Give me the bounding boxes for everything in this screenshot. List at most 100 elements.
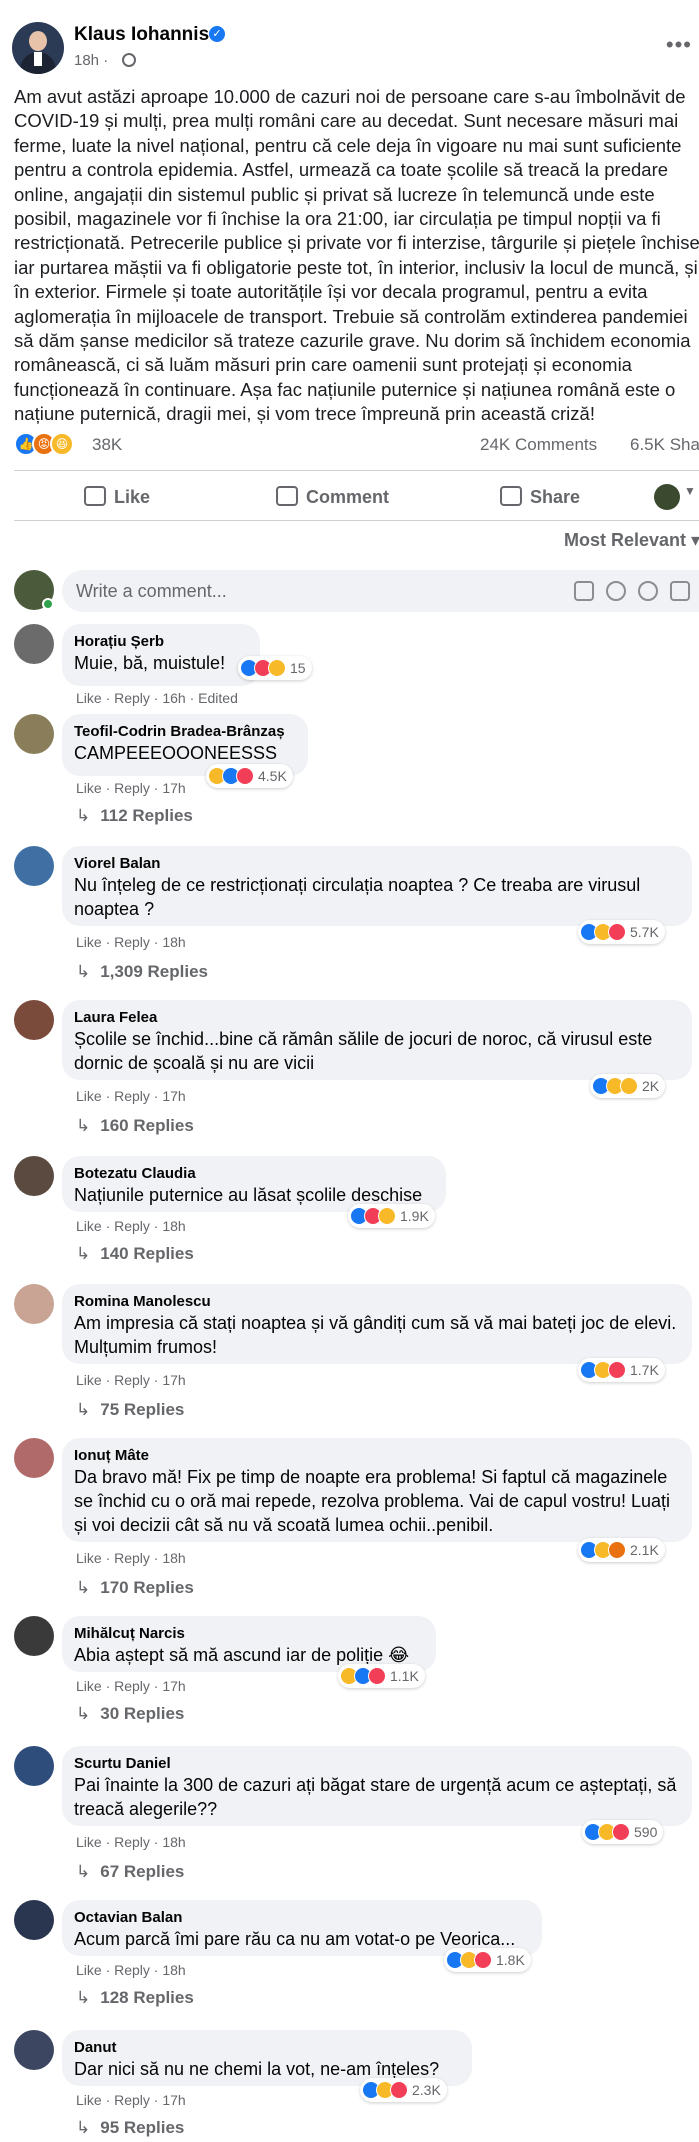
commenter-avatar[interactable] [14, 1438, 54, 1478]
comment-reactions[interactable]: 1.1K [338, 1664, 425, 1688]
replies-count: 112 Replies [100, 806, 193, 825]
commenter-avatar[interactable] [14, 1284, 54, 1324]
commenter-avatar[interactable] [14, 846, 54, 886]
gif-icon[interactable] [670, 581, 690, 601]
sort-comments-dropdown[interactable]: Most Relevant ▾ [564, 530, 699, 551]
reaction-count[interactable]: 38K [92, 435, 122, 455]
comment-text: Nu înțeleg de ce restricționați circulaț… [74, 875, 641, 919]
commenter-name[interactable]: Octavian Balan [74, 1908, 530, 1927]
reply-arrow-icon: ↳ [76, 1578, 91, 1597]
commenter-name[interactable]: Romina Manolescu [74, 1292, 680, 1311]
caret-down-icon[interactable]: ▼ [684, 484, 696, 498]
comment-meta[interactable]: Like · Reply · 17h [76, 1372, 186, 1388]
shares-count[interactable]: 6.5K Shares [630, 435, 699, 455]
divider [14, 470, 699, 471]
profile-switcher-avatar[interactable] [654, 484, 680, 510]
divider [14, 520, 699, 521]
comment-reactions[interactable]: 1.7K [578, 1358, 665, 1382]
share-button[interactable]: Share [500, 478, 580, 516]
view-replies-link[interactable]: ↳ 67 Replies [76, 1862, 184, 1882]
comment-text: Pai înainte la 300 de cazuri ați băgat s… [74, 1775, 677, 1819]
reply-arrow-icon: ↳ [76, 2118, 91, 2137]
love-reaction-icon [390, 2081, 408, 2099]
comment-meta[interactable]: Like · Reply · 17h [76, 1088, 186, 1104]
like-button[interactable]: Like [84, 478, 150, 516]
commenter-avatar[interactable] [14, 714, 54, 754]
author-avatar[interactable] [12, 22, 64, 74]
camera-icon[interactable] [638, 581, 658, 601]
share-arrow-icon [500, 486, 522, 506]
comment-meta[interactable]: Like · Reply · 18h [76, 934, 186, 950]
view-replies-link[interactable]: ↳ 160 Replies [76, 1116, 194, 1136]
share-label: Share [530, 487, 581, 507]
commenter-avatar[interactable] [14, 1900, 54, 1940]
commenter-name[interactable]: Ionuț Mâte [74, 1446, 680, 1465]
comment-reactions[interactable]: 5.7K [578, 920, 665, 944]
view-replies-link[interactable]: ↳ 30 Replies [76, 1704, 184, 1724]
post-time[interactable]: 18h · [74, 52, 108, 69]
author-name[interactable]: Klaus Iohannis [74, 24, 209, 46]
comment-meta[interactable]: Like · Reply · 18h [76, 1218, 186, 1234]
emoji-icon[interactable] [606, 581, 626, 601]
comment-bubble-icon [276, 486, 298, 506]
commenter-name[interactable]: Teofil-Codrin Bradea-Brânzaș [74, 722, 296, 741]
view-replies-link[interactable]: ↳ 95 Replies [76, 2118, 184, 2138]
replies-count: 128 Replies [100, 1988, 194, 2007]
commenter-avatar[interactable] [14, 1000, 54, 1040]
comment-meta[interactable]: Like · Reply · 17h [76, 780, 186, 796]
commenter-name[interactable]: Botezatu Claudia [74, 1164, 434, 1183]
comment-reactions[interactable]: 2.3K [360, 2078, 447, 2102]
comment-reactions[interactable]: 1.9K [348, 1204, 435, 1228]
comment-bubble: Romina Manolescu Am impresia că stați no… [62, 1284, 692, 1364]
comment-text: Am impresia că stați noaptea și vă gândi… [74, 1313, 677, 1357]
comment-text: Da bravo mă! Fix pe timp de noapte era p… [74, 1467, 670, 1535]
view-replies-link[interactable]: ↳ 75 Replies [76, 1400, 184, 1420]
love-reaction-icon [368, 1667, 386, 1685]
commenter-avatar[interactable] [14, 1616, 54, 1656]
commenter-avatar[interactable] [14, 2030, 54, 2070]
view-replies-link[interactable]: ↳ 112 Replies [76, 806, 193, 826]
comment-input[interactable] [62, 570, 699, 612]
commenter-name[interactable]: Laura Felea [74, 1008, 680, 1027]
post-header: Klaus Iohannis ✓ 18h · ••• [12, 22, 692, 74]
commenter-name[interactable]: Danut [74, 2038, 460, 2057]
comment-meta[interactable]: Like · Reply · 17h [76, 2092, 186, 2108]
commenter-avatar[interactable] [14, 1156, 54, 1196]
comment-reactions[interactable]: 590 [582, 1820, 664, 1844]
comment-bubble: Scurtu Daniel Pai înainte la 300 de cazu… [62, 1746, 692, 1826]
comment-reactions[interactable]: 15 [238, 656, 312, 680]
commenter-avatar[interactable] [14, 624, 54, 664]
comment-meta[interactable]: Like · Reply · 18h [76, 1550, 186, 1566]
comment-meta[interactable]: Like · Reply · 16h · Edited [76, 690, 238, 706]
reply-arrow-icon: ↳ [76, 1244, 91, 1263]
comment-reactions[interactable]: 4.5K [206, 764, 293, 788]
comment-meta[interactable]: Like · Reply · 17h [76, 1678, 186, 1694]
love-reaction-icon [612, 1823, 630, 1841]
comment-bubble: Viorel Balan Nu înțeleg de ce restricțio… [62, 846, 692, 926]
view-replies-link[interactable]: ↳ 1,309 Replies [76, 962, 208, 982]
reply-arrow-icon: ↳ [76, 1862, 91, 1881]
comment-reactions[interactable]: 2K [590, 1074, 666, 1098]
commenter-name[interactable]: Horațiu Șerb [74, 632, 248, 651]
comment-button[interactable]: Comment [276, 478, 389, 516]
reaction-count: 1.9K [400, 1208, 429, 1224]
commenter-avatar[interactable] [14, 1746, 54, 1786]
comment-reactions[interactable]: 2.1K [578, 1538, 665, 1562]
view-replies-link[interactable]: ↳ 128 Replies [76, 1988, 194, 2008]
comment-meta[interactable]: Like · Reply · 18h [76, 1962, 186, 1978]
post-text: Am avut astăzi aproape 10.000 de cazuri … [14, 86, 699, 425]
commenter-name[interactable]: Viorel Balan [74, 854, 680, 873]
verified-badge-icon: ✓ [209, 26, 225, 42]
reply-arrow-icon: ↳ [76, 806, 91, 825]
haha-reaction-icon [378, 1207, 396, 1225]
view-replies-link[interactable]: ↳ 170 Replies [76, 1578, 194, 1598]
comments-count[interactable]: 24K Comments [480, 435, 597, 455]
more-options-icon[interactable]: ••• [666, 32, 692, 58]
commenter-name[interactable]: Scurtu Daniel [74, 1754, 680, 1773]
comment-meta[interactable]: Like · Reply · 18h [76, 1834, 186, 1850]
avatar-sticker-icon[interactable] [574, 581, 594, 601]
comment-reactions[interactable]: 1.8K [444, 1948, 531, 1972]
commenter-name[interactable]: Mihălcuț Narcis [74, 1624, 424, 1643]
love-reaction-icon [236, 767, 254, 785]
view-replies-link[interactable]: ↳ 140 Replies [76, 1244, 194, 1264]
